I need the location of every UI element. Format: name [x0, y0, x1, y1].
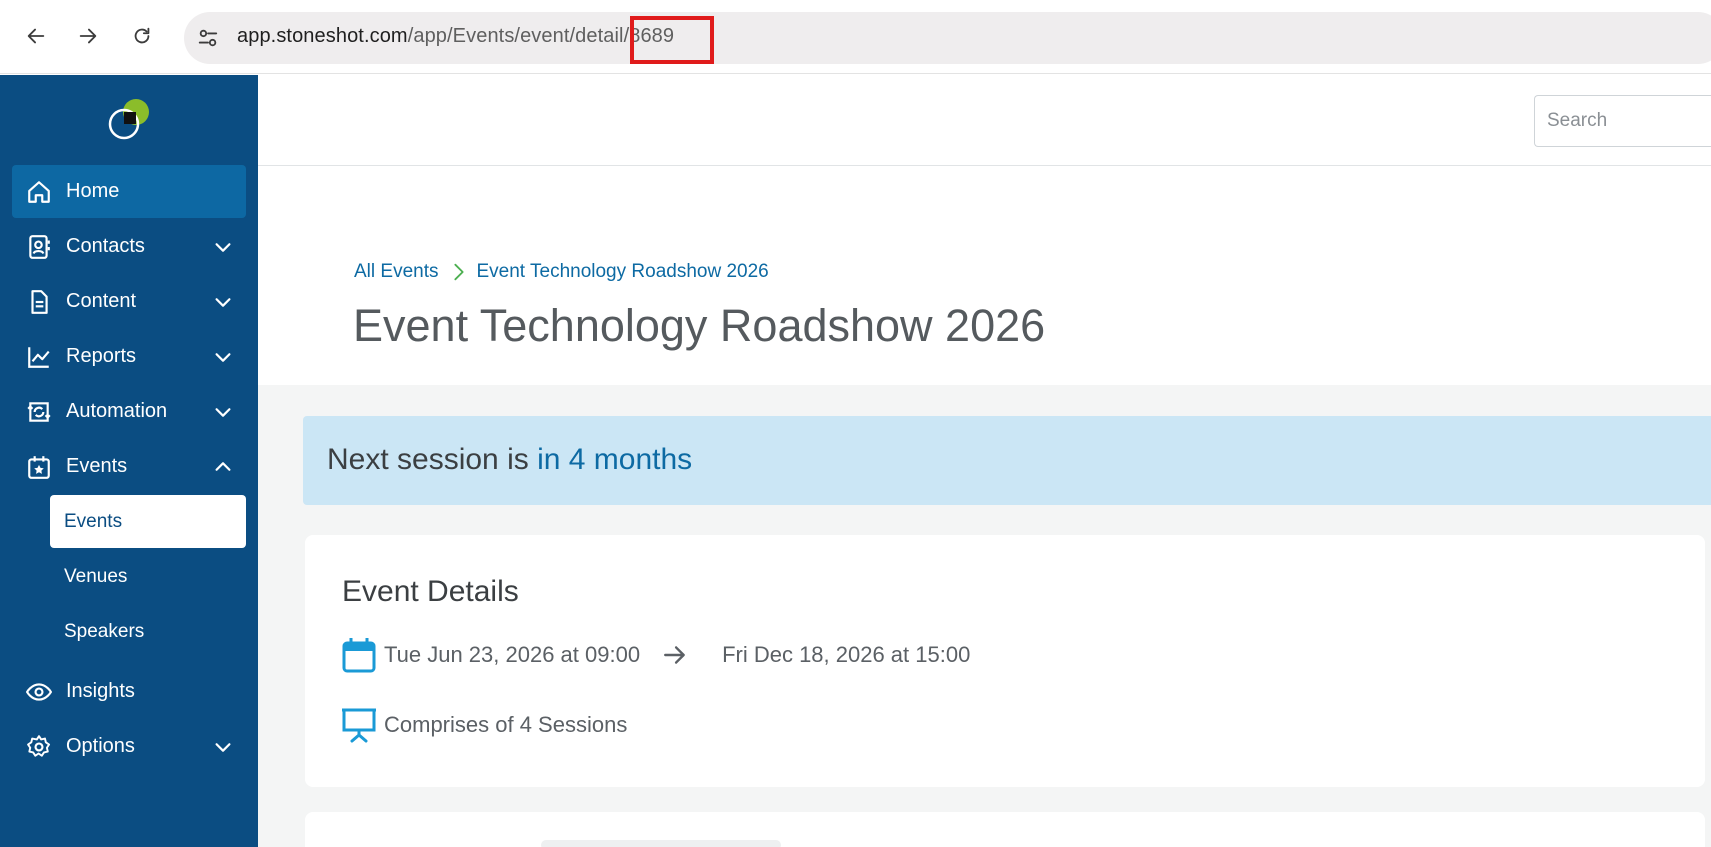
breadcrumb: All Events Event Technology Roadshow 202… — [354, 261, 769, 283]
sidebar-item-label: Home — [66, 180, 120, 202]
tune-icon — [198, 29, 218, 47]
sidebar-item-label: Automation — [66, 400, 168, 422]
arrow-left-icon — [27, 28, 45, 44]
sidebar-item-label: Contacts — [66, 235, 145, 257]
calendar-icon — [342, 638, 376, 673]
chevron-right-icon — [454, 263, 465, 281]
reload-button[interactable] — [128, 22, 156, 50]
chevron-up-icon — [215, 462, 231, 471]
sidebar-subitem-label: Events — [64, 510, 123, 532]
reload-icon — [134, 27, 150, 44]
chevron-down-icon — [215, 243, 231, 252]
card-placeholder — [541, 840, 781, 847]
gear-icon — [26, 734, 52, 760]
event-start-datetime: Tue Jun 23, 2026 at 09:00 — [384, 642, 641, 667]
forward-button[interactable] — [74, 22, 102, 50]
breadcrumb-all-events-link[interactable]: All Events — [354, 261, 438, 283]
sidebar-item-home[interactable]: Home — [12, 165, 246, 218]
event-sessions-count: Comprises of 4 Sessions — [384, 712, 628, 737]
chevron-down-icon — [215, 743, 231, 752]
next-session-relative-time: in 4 months — [537, 443, 693, 476]
event-details-card: Event Details Tue Jun 23, 2026 at 09:00 … — [305, 535, 1705, 787]
url-path: /app/Events/event/detail/8689 — [407, 25, 675, 47]
arrow-right-icon — [79, 28, 97, 44]
chevron-down-icon — [215, 408, 231, 417]
sidebar-item-content[interactable]: Content — [12, 275, 246, 328]
sidebar-item-contacts[interactable]: Contacts — [12, 220, 246, 273]
sidebar-subitem-label: Speakers — [64, 620, 145, 642]
sidebar-item-reports[interactable]: Reports — [12, 330, 246, 383]
sidebar-item-options[interactable]: Options — [12, 720, 246, 773]
arrow-right-icon — [664, 646, 685, 664]
sidebar-subitem-speakers[interactable]: Speakers — [50, 605, 246, 658]
browser-toolbar: app.stoneshot.com/app/Events/event/detai… — [0, 0, 1711, 74]
page-title: Event Technology Roadshow 2026 — [353, 300, 1046, 351]
next-session-prefix: Next session is — [327, 443, 538, 476]
page-header: All Events Event Technology Roadshow 202… — [258, 167, 1711, 385]
url-text[interactable]: app.stoneshot.com/app/Events/event/detai… — [237, 25, 674, 48]
sidebar-subitem-events[interactable]: Events — [50, 495, 246, 548]
address-bar[interactable]: app.stoneshot.com/app/Events/event/detai… — [184, 12, 1711, 64]
event-details-title: Event Details — [342, 575, 519, 608]
automation-icon — [26, 399, 52, 425]
eye-icon — [26, 679, 52, 705]
event-sessions-info: Comprises of 4 Sessions — [342, 707, 627, 743]
sidebar-subitem-venues[interactable]: Venues — [50, 550, 246, 603]
event-end-datetime: Fri Dec 18, 2026 at 15:00 — [722, 642, 971, 667]
breadcrumb-current-link[interactable]: Event Technology Roadshow 2026 — [476, 261, 768, 283]
contacts-icon — [26, 234, 52, 260]
sidebar-subitem-label: Venues — [64, 565, 128, 587]
sidebar-item-automation[interactable]: Automation — [12, 385, 246, 438]
chevron-down-icon — [215, 353, 231, 362]
sidebar-item-label: Reports — [66, 345, 137, 367]
chart-line-icon — [26, 344, 52, 370]
chevron-down-icon — [215, 298, 231, 307]
sidebar-item-label: Options — [66, 735, 135, 757]
top-bar — [258, 75, 1711, 166]
search-input[interactable] — [1534, 95, 1711, 147]
sidebar-item-label: Content — [66, 290, 137, 312]
sidebar-item-events[interactable]: Events — [12, 440, 246, 493]
sidebar-item-label: Insights — [66, 680, 135, 702]
url-host: app.stoneshot.com — [237, 25, 408, 47]
sidebar: Home Contacts Content Reports Automation — [0, 75, 258, 847]
next-session-banner: Next session is in 4 months — [303, 416, 1711, 505]
next-card — [305, 812, 1705, 847]
event-date-range: Tue Jun 23, 2026 at 09:00 Fri Dec 18, 20… — [342, 637, 970, 673]
site-info-button[interactable] — [194, 24, 222, 52]
home-icon — [26, 179, 52, 205]
calendar-star-icon — [26, 454, 52, 480]
stoneshot-logo — [108, 99, 149, 140]
next-session-text: Next session is in 4 months — [327, 443, 692, 477]
sidebar-item-insights[interactable]: Insights — [12, 665, 246, 718]
document-icon — [26, 289, 52, 315]
sidebar-item-label: Events — [66, 455, 128, 477]
presentation-icon — [342, 708, 376, 743]
back-button[interactable] — [22, 22, 50, 50]
